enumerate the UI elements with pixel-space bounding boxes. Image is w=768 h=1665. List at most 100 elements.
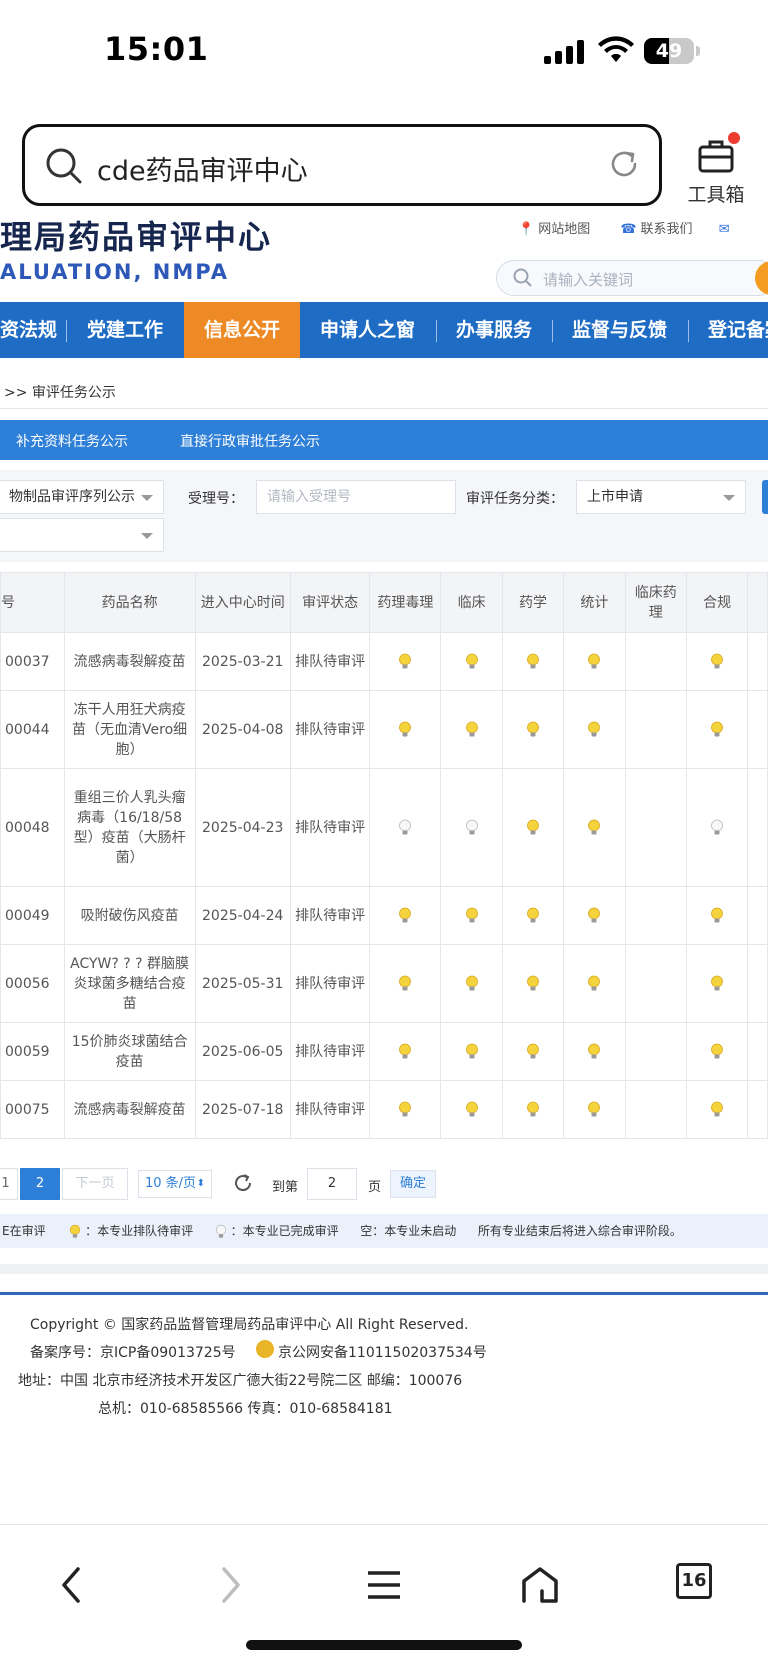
tabs-count-button[interactable]: 16 (676, 1563, 712, 1599)
row-discipline-cell (501, 886, 565, 945)
status-legend: E在审评 ：本专业排队待审评 ：本专业已完成审评 空：本专业未启动 所有专业结束… (0, 1214, 768, 1248)
nav-item-regulations[interactable]: 资法规 (0, 302, 57, 358)
row-discipline-cell (685, 768, 749, 887)
confirm-button[interactable]: 确定 (390, 1170, 436, 1198)
row-overflow-cell (747, 1022, 768, 1081)
row-overflow-cell (747, 768, 768, 887)
status-time: 15:01 (104, 30, 209, 68)
col-header-statistics: 统计 (563, 572, 626, 633)
row-number: 00056 (0, 944, 65, 1023)
row-drug-name[interactable]: 吸附破伤风疫苗 (63, 886, 196, 945)
page-size-select[interactable]: 10 条/页 ⬍ (138, 1170, 212, 1198)
row-drug-name[interactable]: 重组三价人乳头瘤病毒（16/18/58型）疫苗（大肠杆菌） (63, 768, 196, 887)
bulb-white-icon (399, 819, 412, 834)
main-nav: 资法规 党建工作 信息公开 申请人之窗 办事服务 监督与反馈 登记备案 (0, 302, 768, 358)
row-discipline-cell (501, 768, 565, 887)
nav-item-info-public[interactable]: 信息公开 (184, 302, 300, 358)
row-discipline-cell (440, 768, 503, 887)
site-search-box[interactable]: 请输入关键词 (496, 260, 768, 296)
row-discipline-cell (624, 886, 687, 945)
refresh-icon[interactable] (232, 1172, 254, 1194)
row-drug-name[interactable]: 流感病毒裂解疫苗 (63, 1080, 196, 1139)
table-row[interactable]: 00075 流感病毒裂解疫苗 2025-07-18 排队待审评 (0, 1080, 768, 1139)
row-status: 排队待审评 (289, 886, 371, 945)
table-row[interactable]: 00049 吸附破伤风疫苗 2025-04-24 排队待审评 (0, 886, 768, 945)
sequence-select[interactable]: 物制品审评序列公示 (0, 480, 164, 514)
nav-item-services[interactable]: 办事服务 (456, 302, 532, 358)
row-drug-name[interactable]: 冻干人用狂犬病疫苗（无血清Vero细胞） (63, 690, 196, 769)
home-icon[interactable] (520, 1565, 560, 1605)
menu-icon[interactable] (366, 1565, 402, 1605)
site-logo-english[interactable]: ALUATION, NMPA (0, 260, 229, 284)
row-discipline-cell (685, 632, 749, 691)
row-drug-name[interactable]: 15价肺炎球菌结合疫苗 (63, 1022, 196, 1081)
url-text[interactable]: cde药品审评中心 (97, 149, 308, 188)
tab-direct-approval[interactable]: 直接行政审批任务公示 (180, 431, 320, 451)
nav-item-party[interactable]: 党建工作 (87, 302, 163, 358)
row-discipline-cell (685, 1080, 749, 1139)
query-button[interactable] (762, 480, 768, 514)
table-row[interactable]: 00059 15价肺炎球菌结合疫苗 2025-06-05 排队待审评 (0, 1022, 768, 1081)
row-discipline-cell (563, 690, 626, 769)
back-icon[interactable] (56, 1565, 88, 1605)
col-header-clinical-pharmacology: 临床药理 (624, 572, 687, 633)
bulb-yellow-icon (465, 1043, 478, 1058)
goto-label: 到第 (272, 1180, 299, 1195)
table-row[interactable]: 00048 重组三价人乳头瘤病毒（16/18/58型）疫苗（大肠杆菌） 2025-0… (0, 768, 768, 887)
table-row[interactable]: 00037 流感病毒裂解疫苗 2025-03-21 排队待审评 (0, 632, 768, 691)
site-logo-chinese[interactable]: 理局药品审评中心 (0, 212, 272, 258)
forward-icon[interactable] (214, 1565, 246, 1605)
category-select[interactable]: 上市申请 (576, 480, 746, 514)
notification-dot (728, 132, 740, 144)
contact-link[interactable]: 联系我们 (641, 222, 693, 237)
reload-icon[interactable] (607, 147, 641, 181)
toolbox-button[interactable]: 工具箱 (680, 132, 752, 206)
bulb-white-icon (711, 819, 724, 834)
goto-page-input[interactable]: 2 (307, 1168, 357, 1200)
row-status: 排队待审评 (289, 1080, 371, 1139)
table-row[interactable]: 00056 ACYW? ? ? 群脑膜炎球菌多糖结合疫苗 2025-05-31 排队待… (0, 944, 768, 1023)
row-discipline-cell (501, 1022, 565, 1081)
nav-separator (688, 320, 689, 342)
row-discipline-cell (563, 632, 626, 691)
row-discipline-cell (624, 632, 687, 691)
footer-address: 地址：中国 北京市经济技术开发区广德大街22号院二区 邮编：100076 (18, 1373, 463, 1389)
nav-item-applicant[interactable]: 申请人之窗 (320, 302, 415, 358)
row-discipline-cell (685, 944, 749, 1023)
bulb-yellow-icon (465, 1101, 478, 1116)
row-discipline-cell (501, 1080, 565, 1139)
page-1-button[interactable]: 1 (0, 1168, 18, 1200)
col-header-overflow (747, 572, 768, 633)
footer-copyright: Copyright © 国家药品监督管理局药品审评中心 All Right Re… (30, 1317, 469, 1333)
footer-icp[interactable]: 备案序号：京ICP备09013725号 (30, 1342, 236, 1362)
bulb-yellow-icon (711, 1043, 724, 1058)
accept-number-input[interactable]: 请输入受理号 (256, 480, 456, 514)
top-links: 📍 网站地图 ☎ 联系我们 ✉ (518, 218, 734, 237)
tab-supplement[interactable]: 补充资料任务公示 (16, 431, 128, 451)
filter-panel: 物制品审评序列公示 受理号： 请输入受理号 审评任务分类： 上市申请 (0, 470, 768, 562)
battery-level: 49 (655, 40, 683, 62)
bulb-yellow-icon (527, 653, 539, 668)
address-bar[interactable]: cde药品审评中心 (22, 124, 662, 206)
col-header-pharmacy: 药学 (501, 572, 565, 633)
page-2-button[interactable]: 2 (20, 1168, 60, 1200)
footer-police[interactable]: 京公网安备11011502037534号 (278, 1342, 487, 1362)
nav-item-feedback[interactable]: 监督与反馈 (572, 302, 667, 358)
row-entry-date: 2025-05-31 (194, 944, 291, 1023)
nav-item-registration[interactable]: 登记备案 (708, 302, 768, 358)
legend-in-review: E在审评 (2, 1224, 46, 1238)
chevron-down-icon (141, 495, 153, 501)
bulb-yellow-icon (399, 1101, 412, 1116)
row-drug-name[interactable]: ACYW? ? ? 群脑膜炎球菌多糖结合疫苗 (63, 944, 196, 1023)
toolbox-label: 工具箱 (687, 184, 745, 206)
table-row[interactable]: 00044 冻干人用狂犬病疫苗（无血清Vero细胞） 2025-04-08 排队待审评 (0, 690, 768, 769)
row-drug-name[interactable]: 流感病毒裂解疫苗 (63, 632, 196, 691)
sitemap-link[interactable]: 网站地图 (538, 222, 590, 237)
bulb-white-icon (465, 819, 478, 834)
site-search-placeholder: 请输入关键词 (543, 271, 634, 289)
row-discipline-cell (624, 944, 687, 1023)
divider (0, 408, 768, 409)
site-search-button[interactable] (755, 261, 768, 295)
next-page-button[interactable]: 下一页 (62, 1168, 128, 1200)
secondary-select[interactable] (0, 518, 164, 552)
